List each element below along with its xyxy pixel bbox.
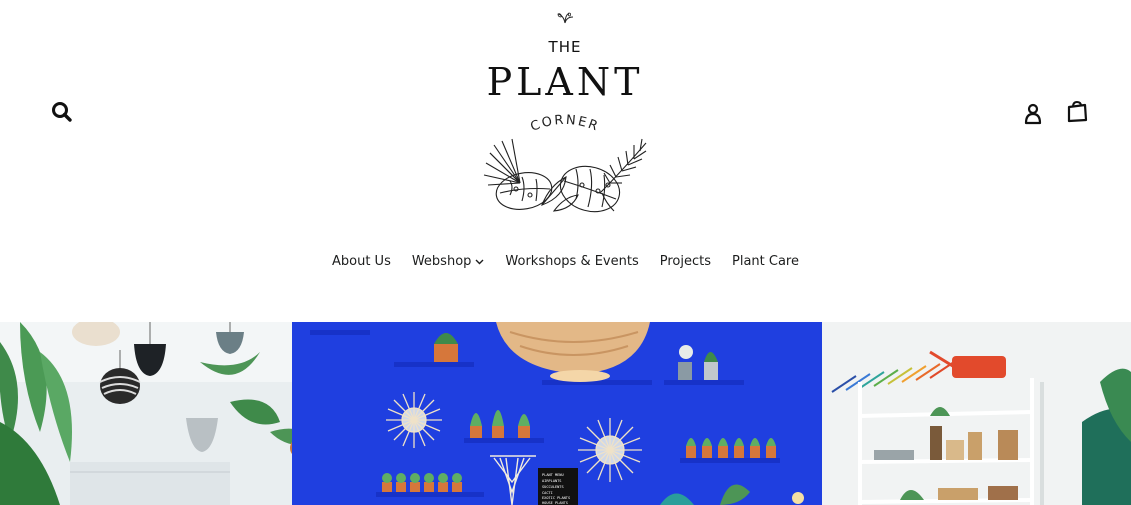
svg-text:CACTI: CACTI xyxy=(542,491,553,495)
site-logo[interactable]: THE PLANT CORNER xyxy=(470,8,660,218)
nav-item-plant-care[interactable]: Plant Care xyxy=(722,254,810,269)
svg-text:SUCCULENTS: SUCCULENTS xyxy=(542,485,564,489)
nav-item-about-us[interactable]: About Us xyxy=(321,254,401,269)
site-header: THE PLANT CORNER About Us Webshop Worksh… xyxy=(0,0,1131,320)
logo-line-the: THE xyxy=(548,38,582,56)
plant-menu-sign: PLANT MENU AIRPLANTS SUCCULENTS CACTI EX… xyxy=(538,468,578,505)
nav-item-workshops-events[interactable]: Workshops & Events xyxy=(495,254,649,269)
account-icon xyxy=(1024,103,1042,125)
account-button[interactable] xyxy=(1021,101,1047,127)
svg-text:HOUSE PLANTS: HOUSE PLANTS xyxy=(542,501,568,505)
svg-text:EXOTIC PLANTS: EXOTIC PLANTS xyxy=(542,496,570,500)
cart-button[interactable] xyxy=(1065,99,1091,125)
svg-text:CORNER: CORNER xyxy=(528,113,601,135)
svg-text:PLANT MENU: PLANT MENU xyxy=(542,473,564,477)
nav-item-label: Workshops & Events xyxy=(505,254,639,269)
sprout-icon xyxy=(557,12,574,24)
search-button[interactable] xyxy=(50,100,76,126)
leaf-illustration xyxy=(483,138,647,213)
svg-text:AIRPLANTS: AIRPLANTS xyxy=(542,479,561,483)
nav-item-label: About Us xyxy=(331,254,391,269)
nav-item-projects[interactable]: Projects xyxy=(649,254,721,269)
chevron-down-icon xyxy=(475,259,484,264)
nav-item-label: Projects xyxy=(659,254,711,269)
nav-item-webshop[interactable]: Webshop xyxy=(401,254,495,269)
main-nav: About Us Webshop Workshops & Events Proj… xyxy=(0,254,1131,269)
search-icon xyxy=(52,102,72,122)
cart-icon xyxy=(1067,100,1088,123)
nav-item-label: Plant Care xyxy=(732,254,799,269)
hero-banner-image: PLANT MENU AIRPLANTS SUCCULENTS CACTI EX… xyxy=(0,322,1131,505)
nav-item-label: Webshop xyxy=(411,254,472,269)
logo-line-plant: PLANT xyxy=(486,60,644,104)
